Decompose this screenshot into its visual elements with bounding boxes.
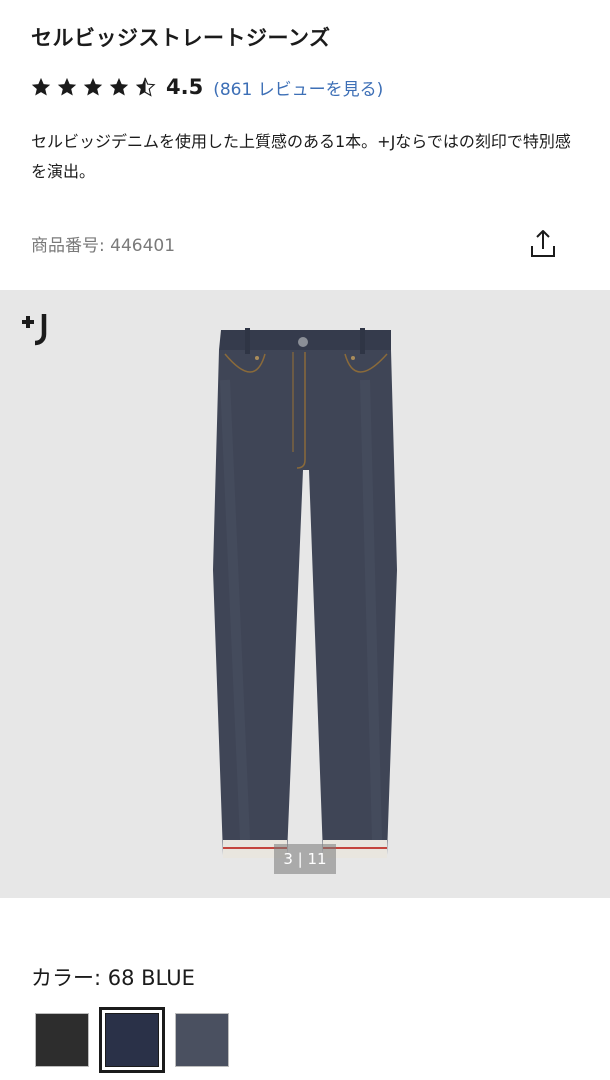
star-full-icon: [57, 77, 77, 96]
product-number: 商品番号: 446401: [31, 236, 176, 256]
swatch-navy[interactable]: [99, 1007, 165, 1073]
color-swatches: [35, 1007, 245, 1073]
plus-j-logo: [22, 314, 47, 346]
product-title: セルビッジストレートジーンズ: [31, 26, 331, 50]
swatch-blue[interactable]: [175, 1013, 229, 1067]
share-button[interactable]: [528, 228, 558, 260]
product-description: セルビッジデニムを使用した上質感のある1本。+Jならではの刻印で特別感を演出。: [31, 132, 571, 181]
share-icon: [531, 230, 555, 257]
product-page: セルビッジストレートジーンズ 4.5 (861 レビューを見る) セルビッジデニ…: [0, 0, 610, 1080]
rating-row: 4.5 (861 レビューを見る): [30, 72, 383, 102]
jeans-product-image: [213, 328, 397, 858]
product-image-gallery[interactable]: 3 | 11: [0, 290, 610, 898]
image-counter: 3 | 11: [274, 844, 336, 874]
star-full-icon: [109, 77, 129, 96]
swatch-black[interactable]: [35, 1013, 89, 1067]
rating-value: 4.5: [166, 75, 204, 99]
star-full-icon: [83, 77, 103, 96]
color-label: カラー: 68 BLUE: [31, 966, 195, 990]
review-link[interactable]: (861 レビューを見る): [213, 75, 383, 100]
star-half-icon: [135, 77, 156, 97]
star-full-icon: [31, 77, 51, 96]
rating-stars: [30, 76, 160, 98]
